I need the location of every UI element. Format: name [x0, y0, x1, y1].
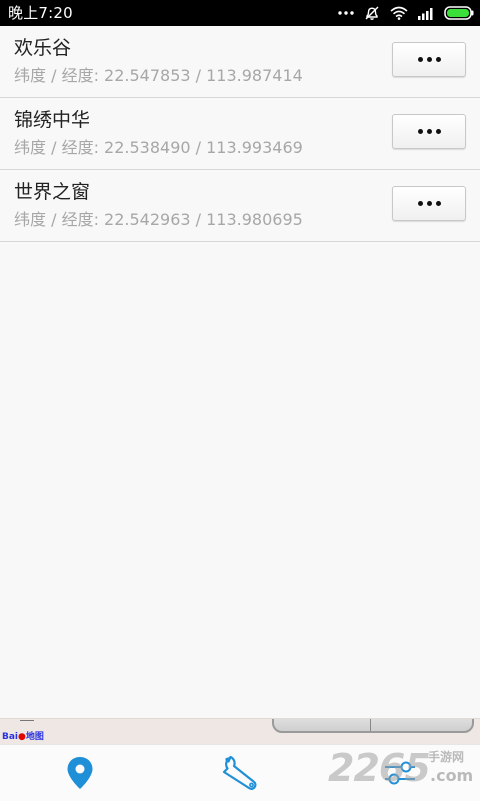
wifi-icon	[390, 6, 408, 20]
more-dot-icon	[426, 57, 432, 62]
battery-icon	[444, 6, 474, 20]
more-dot-icon	[435, 129, 441, 134]
more-dot-icon	[417, 201, 423, 206]
ad-device-image	[272, 719, 474, 733]
status-bar: 晚上7:20	[0, 0, 480, 26]
status-icons	[338, 5, 474, 21]
more-dot-icon	[417, 129, 423, 134]
baidu-logo-suffix: 地图	[25, 732, 44, 742]
location-name: 锦绣中华	[14, 109, 91, 131]
status-time: 晚上7:20	[8, 4, 73, 22]
list-item[interactable]: 锦绣中华 纬度 / 经度: 22.538490 / 113.993469	[0, 98, 480, 170]
signal-icon	[418, 7, 433, 20]
location-coords: 纬度 / 经度: 22.547853 / 113.987414	[14, 66, 303, 85]
ad-banner[interactable]: Bai●地图	[0, 718, 480, 745]
more-dot-icon	[426, 201, 432, 206]
bottom-nav	[0, 744, 480, 801]
alarm-off-icon	[365, 6, 379, 20]
baidu-logo-text: Bai	[2, 732, 19, 742]
location-pin-icon	[67, 757, 93, 789]
location-name: 欢乐谷	[14, 37, 72, 59]
tab-locations[interactable]	[0, 745, 160, 801]
baidu-paw-icon: ●	[18, 732, 26, 742]
more-dot-icon	[435, 57, 441, 62]
list-item[interactable]: 世界之窗 纬度 / 经度: 22.542963 / 113.980695	[0, 170, 480, 242]
settings-sliders-icon	[385, 761, 415, 785]
tab-tools[interactable]	[160, 745, 320, 801]
more-dot-icon	[417, 57, 423, 62]
more-dots-icon	[338, 11, 354, 15]
ad-divider	[20, 720, 34, 721]
more-options-button[interactable]	[392, 114, 466, 149]
location-coords: 纬度 / 经度: 22.538490 / 113.993469	[14, 138, 303, 157]
more-dot-icon	[435, 201, 441, 206]
wrench-icon	[222, 755, 257, 790]
baidu-map-logo: Bai●地图	[2, 731, 44, 743]
more-options-button[interactable]	[392, 186, 466, 221]
location-coords: 纬度 / 经度: 22.542963 / 113.980695	[14, 210, 303, 229]
location-list: 欢乐谷 纬度 / 经度: 22.547853 / 113.987414 锦绣中华…	[0, 26, 480, 242]
tab-settings[interactable]	[320, 745, 480, 801]
location-name: 世界之窗	[14, 181, 91, 203]
more-dot-icon	[426, 129, 432, 134]
list-item[interactable]: 欢乐谷 纬度 / 经度: 22.547853 / 113.987414	[0, 26, 480, 98]
more-options-button[interactable]	[392, 42, 466, 77]
ad-device-detail	[370, 719, 371, 731]
